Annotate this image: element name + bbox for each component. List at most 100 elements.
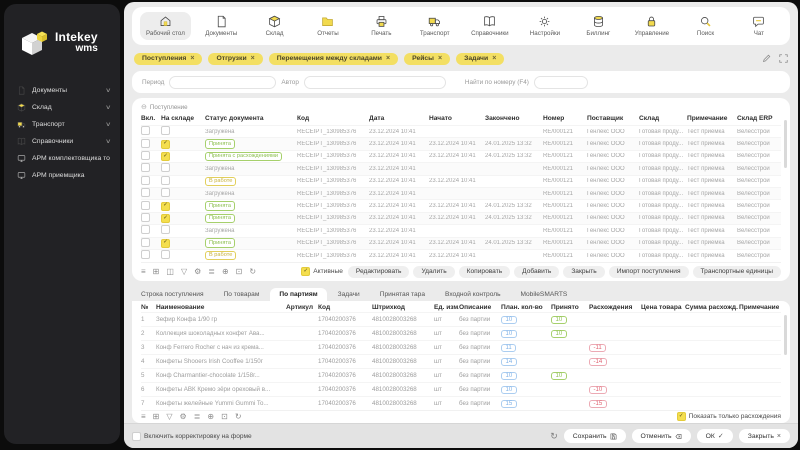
table-row[interactable]: 1Зефир Конфа 1/90 гр17040200376481002800…	[141, 312, 781, 326]
detail-tab[interactable]: MobileSMARTS	[512, 288, 577, 301]
topnav-item-transport[interactable]: Транспорт	[412, 12, 458, 40]
table-row[interactable]: ЗагруженаRECEIPT_13098537623.12.2024 10:…	[141, 125, 781, 137]
topnav-item-references[interactable]: Справочники	[465, 12, 514, 40]
include-checkbox[interactable]	[141, 201, 150, 210]
receipts-scrollbar[interactable]	[784, 120, 787, 168]
add-button[interactable]: Добавить	[514, 266, 559, 278]
detail-tab[interactable]: Принятая тара	[371, 288, 434, 301]
document-tab[interactable]: Поступления×	[134, 53, 202, 65]
close-icon[interactable]: ×	[386, 55, 390, 62]
table-row[interactable]: 6Конфеты АВК Кремо зёри ореховый в...170…	[141, 382, 781, 396]
document-tab[interactable]: Рейсы×	[404, 53, 450, 65]
table-row[interactable]: ✓ПринятаRECEIPT_13098537623.12.2024 10:4…	[141, 212, 781, 224]
menu-icon[interactable]: ≡	[141, 413, 146, 421]
on-stock-checkbox[interactable]: ✓	[161, 140, 170, 149]
include-checkbox[interactable]	[141, 139, 150, 148]
sidebar-item-arm-picker[interactable]: АРМ комплектовщика товаров	[4, 150, 120, 167]
sidebar-item-references[interactable]: Справочники∨	[4, 133, 120, 150]
table-row[interactable]: ✓ПринятаRECEIPT_13098537623.12.2024 10:4…	[141, 237, 781, 249]
target-icon[interactable]: ⊕	[207, 413, 214, 421]
topnav-item-management[interactable]: Управление	[629, 12, 675, 40]
on-stock-checkbox[interactable]	[161, 250, 170, 259]
list-icon[interactable]: ≣	[208, 268, 215, 276]
on-stock-checkbox[interactable]: ✓	[161, 239, 170, 248]
topnav-item-chat[interactable]: Чат	[736, 12, 782, 40]
detail-tab[interactable]: По товарам	[215, 288, 269, 301]
refresh-icon[interactable]: ↻	[235, 413, 242, 421]
filter-icon[interactable]: ▽	[181, 268, 187, 276]
on-stock-checkbox[interactable]	[161, 225, 170, 234]
table-row[interactable]: 4Конфеты Shooers Irish Cooffee 1/150г170…	[141, 354, 781, 368]
topnav-item-settings[interactable]: Настройки	[522, 12, 568, 40]
sidebar-item-arm-receiver[interactable]: АРМ приемщика	[4, 167, 120, 184]
grid-icon[interactable]: ⊞	[153, 268, 160, 276]
table-row[interactable]: 3Конф Ferrero Rocher с нач из крема...17…	[141, 340, 781, 354]
include-checkbox[interactable]	[141, 151, 150, 160]
detail-tab[interactable]: Строка поступления	[132, 288, 213, 301]
topnav-item-documents[interactable]: Документы	[198, 12, 244, 40]
close-icon[interactable]: ×	[438, 55, 442, 62]
sidebar-item-documents[interactable]: Документы∨	[4, 82, 120, 99]
collapse-icon[interactable]: ⊖	[141, 103, 147, 111]
table-row[interactable]: В работеRECEIPT_13098537623.12.2024 10:4…	[141, 175, 781, 187]
include-checkbox[interactable]	[141, 188, 150, 197]
on-stock-checkbox[interactable]	[161, 163, 170, 172]
action-button[interactable]: Импорт поступления	[609, 266, 689, 278]
topnav-item-print[interactable]: Печать	[358, 12, 404, 40]
table-row[interactable]: 5Конф Charmantier-chocolate 1/158г...170…	[141, 368, 781, 382]
refresh-icon[interactable]: ↻	[249, 268, 256, 276]
find-by-number-input[interactable]	[534, 76, 588, 89]
on-stock-checkbox[interactable]	[161, 176, 170, 185]
close-icon[interactable]: ×	[492, 55, 496, 62]
export-icon[interactable]: ⊡	[236, 268, 243, 276]
author-input[interactable]	[304, 76, 446, 89]
action-button[interactable]: Закрыть	[563, 266, 604, 278]
show-discrepancies-checkbox[interactable]: ✓	[677, 412, 686, 421]
topnav-item-search[interactable]: Поиск	[682, 12, 728, 40]
include-checkbox[interactable]	[141, 250, 150, 259]
gear-icon[interactable]: ⚙	[180, 413, 187, 421]
include-checkbox[interactable]	[141, 176, 150, 185]
topnav-item-warehouse[interactable]: Склад	[252, 12, 298, 40]
form-adjustment-checkbox[interactable]	[132, 432, 141, 441]
menu-icon[interactable]: ≡	[141, 268, 146, 276]
on-stock-checkbox[interactable]	[161, 126, 170, 135]
document-tab[interactable]: Перемещения между складами×	[269, 53, 398, 65]
action-button[interactable]: Копировать	[459, 266, 511, 278]
filter-icon[interactable]: ▽	[166, 413, 172, 421]
fullscreen-icon[interactable]	[779, 54, 788, 63]
cancel-button[interactable]: Отменить	[632, 429, 691, 443]
list-icon[interactable]: ≣	[194, 413, 201, 421]
detail-tab[interactable]: Входной контроль	[436, 288, 510, 301]
include-checkbox[interactable]	[141, 238, 150, 247]
save-button[interactable]: Сохранить	[564, 429, 626, 443]
target-icon[interactable]: ⊕	[222, 268, 229, 276]
include-checkbox[interactable]	[141, 163, 150, 172]
topnav-item-billing[interactable]: Биллинг	[575, 12, 621, 40]
gear-icon[interactable]: ⚙	[194, 268, 201, 276]
topnav-item-reports[interactable]: Отчеты	[305, 12, 351, 40]
document-tab[interactable]: Отгрузки×	[208, 53, 262, 65]
table-row[interactable]: ЗагруженаRECEIPT_13098537623.12.2024 10:…	[141, 162, 781, 174]
table-row[interactable]: ✓ПринятаRECEIPT_13098537623.12.2024 10:4…	[141, 199, 781, 211]
action-button[interactable]: Редактировать	[348, 266, 410, 278]
table-row[interactable]: ✓ПринятаRECEIPT_13098537623.12.2024 10:4…	[141, 137, 781, 149]
detail-tab[interactable]: Задачи	[329, 288, 369, 301]
refresh-icon[interactable]: ↻	[550, 431, 558, 442]
table-row[interactable]: ЗагруженаRECEIPT_13098537623.12.2024 10:…	[141, 224, 781, 236]
detail-tab[interactable]: По партиям	[270, 288, 326, 301]
grid-icon[interactable]: ⊞	[153, 413, 160, 421]
table-row[interactable]: 2Коллекция шоколадных конфет Ава...17040…	[141, 326, 781, 340]
topnav-item-desktop[interactable]: Рабочий стол	[140, 12, 191, 40]
period-input[interactable]	[169, 76, 276, 89]
on-stock-checkbox[interactable]	[161, 188, 170, 197]
include-checkbox[interactable]	[141, 126, 150, 135]
detail-scrollbar[interactable]	[784, 315, 787, 355]
table-row[interactable]: В работеRECEIPT_13098537623.12.2024 10:4…	[141, 249, 781, 261]
close-icon[interactable]: ×	[190, 55, 194, 62]
include-checkbox[interactable]	[141, 225, 150, 234]
document-tab[interactable]: Задачи×	[456, 53, 504, 65]
sidebar-item-warehouse[interactable]: Склад∨	[4, 99, 120, 116]
on-stock-checkbox[interactable]: ✓	[161, 214, 170, 223]
close-icon[interactable]: ×	[251, 55, 255, 62]
